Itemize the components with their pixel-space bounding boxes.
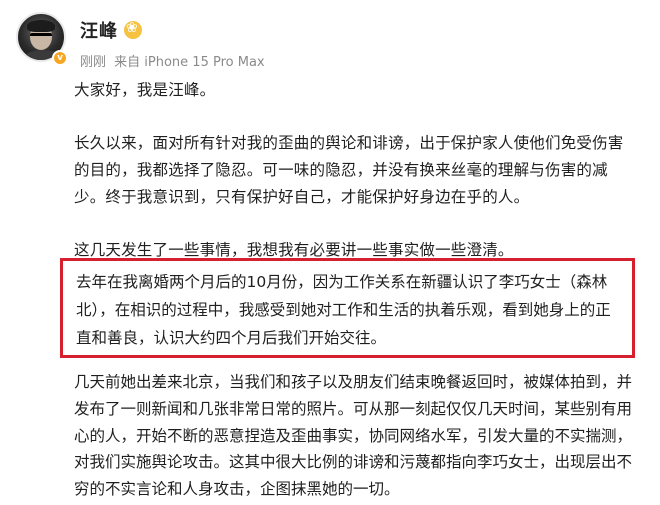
author-name[interactable]: 汪峰 xyxy=(80,17,118,43)
flower-badge-icon[interactable] xyxy=(124,20,142,39)
post-meta: 刚刚 来自 iPhone 15 Pro Max xyxy=(80,51,269,70)
verified-icon: v xyxy=(52,50,68,66)
paragraph-intro: 长久以来，面对所有针对我的歪曲的舆论和诽谤，出于保护家人使他们免受伤害的目的，我… xyxy=(74,134,624,206)
post-time: 刚刚 xyxy=(80,55,107,70)
highlighted-paragraph-box: 去年在我离婚两个月后的10月份，因为工作关系在新疆认识了李巧女士（森林北），在相… xyxy=(60,258,635,358)
post-content-continued: 几天前她出差来北京，当我们和孩子以及朋友们结束晚餐返回时，被媒体拍到，并发布了一… xyxy=(74,369,634,503)
author-row: 汪峰 xyxy=(80,17,142,43)
avatar-glasses-shape xyxy=(30,33,52,39)
post-source: 来自 iPhone 15 Pro Max xyxy=(114,55,265,70)
paragraph-greeting: 大家好，我是汪峰。 xyxy=(74,81,216,99)
paragraph-highlighted: 去年在我离婚两个月后的10月份，因为工作关系在新疆认识了李巧女士（森林北），在相… xyxy=(76,273,611,347)
avatar-hair-shape xyxy=(27,20,55,32)
paragraph-events: 几天前她出差来北京，当我们和孩子以及朋友们结束晚餐返回时，被媒体拍到，并发布了一… xyxy=(74,373,633,499)
weibo-post: v 汪峰 刚刚 来自 iPhone 15 Pro Max 大家好，我是汪峰。 长… xyxy=(0,0,660,505)
